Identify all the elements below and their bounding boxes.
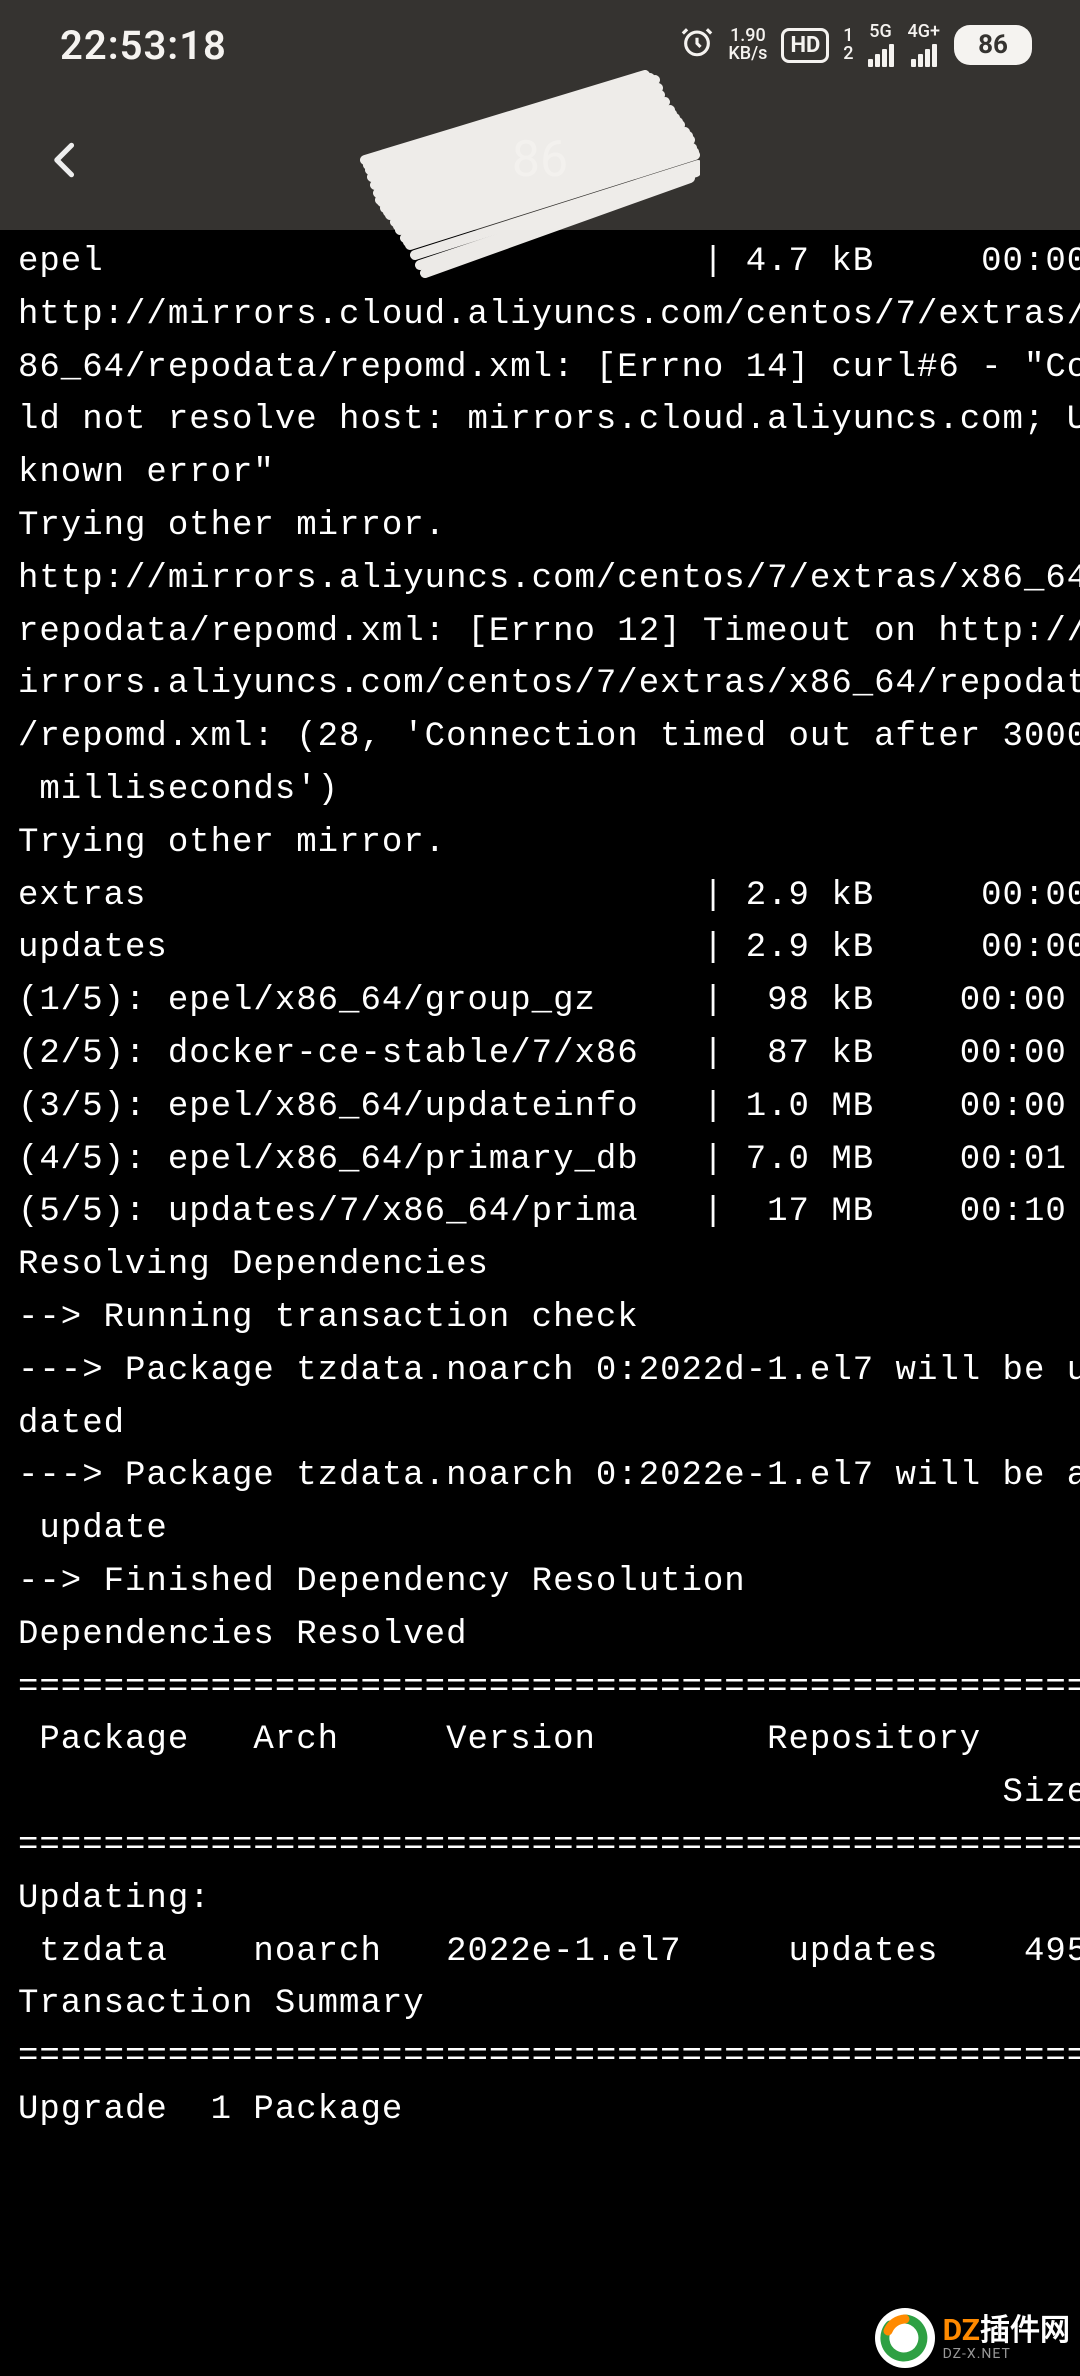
terminal-line: Dependencies Resolved (18, 1609, 1062, 1662)
watermark-logo-icon (875, 2308, 935, 2368)
label-5g: 5G (869, 23, 892, 41)
terminal-line: Package Arch Version Repository (18, 1714, 1062, 1767)
terminal-line: milliseconds') (18, 764, 1062, 817)
battery-level: 86 (954, 25, 1032, 65)
terminal-line: (2/5): docker-ce-stable/7/x86 | 87 kB 00… (18, 1028, 1062, 1081)
terminal-line: repodata/repomd.xml: [Errno 12] Timeout … (18, 606, 1062, 659)
alarm-icon (680, 25, 714, 65)
terminal-line: ld not resolve host: mirrors.cloud.aliyu… (18, 394, 1062, 447)
watermark: DZ插件网 DZ-X.NET (875, 2308, 1070, 2368)
status-icons: 1.90 KB/s HD 12 5G 4G+ 86 (680, 23, 1032, 67)
battery-percent: 86 (978, 30, 1008, 60)
label-4g: 4G+ (908, 23, 940, 41)
signal-5g: 5G (868, 23, 894, 67)
signal-4g: 4G+ (908, 23, 940, 67)
terminal-line: known error" (18, 447, 1062, 500)
terminal-line: 86_64/repodata/repomd.xml: [Errno 14] cu… (18, 342, 1062, 395)
terminal-line: --> Running transaction check (18, 1292, 1062, 1345)
terminal-line: http://mirrors.cloud.aliyuncs.com/centos… (18, 289, 1062, 342)
terminal-line: /repomd.xml: (28, 'Connection timed out … (18, 711, 1062, 764)
signal-bars-icon (911, 41, 937, 67)
watermark-brand-b: 插件网 (980, 2313, 1070, 2348)
terminal-line: Size (18, 1767, 1062, 1820)
terminal-line: tzdata noarch 2022e-1.el7 updates 495 k (18, 1926, 1062, 1979)
terminal-line: ========================================… (18, 1662, 1062, 1715)
terminal-line: Upgrade 1 Package (18, 2084, 1062, 2137)
terminal-line: Transaction Summary (18, 1978, 1062, 2031)
net-rate-unit: KB/s (728, 45, 767, 63)
terminal-output[interactable]: epel | 4.7 kB 00:00http://mirrors.cloud.… (0, 230, 1080, 2137)
sim-slot-label: 12 (843, 27, 853, 63)
hd-badge: HD (781, 28, 829, 63)
back-button[interactable] (36, 130, 96, 190)
hd-label: HD (790, 33, 820, 58)
terminal-line: Resolving Dependencies (18, 1239, 1062, 1292)
terminal-line: ========================================… (18, 2031, 1062, 2084)
terminal-line: updates | 2.9 kB 00:00 (18, 922, 1062, 975)
terminal-line: extras | 2.9 kB 00:00 (18, 870, 1062, 923)
watermark-domain: DZ-X.NET (943, 2347, 1070, 2362)
terminal-line: ========================================… (18, 1820, 1062, 1873)
terminal-line: dated (18, 1398, 1062, 1451)
status-time: 22:53:18 (60, 22, 227, 69)
terminal-line: Updating: (18, 1873, 1062, 1926)
terminal-line: ---> Package tzdata.noarch 0:2022d-1.el7… (18, 1345, 1062, 1398)
watermark-brand-a: DZ (943, 2313, 980, 2348)
terminal-line: (4/5): epel/x86_64/primary_db | 7.0 MB 0… (18, 1134, 1062, 1187)
terminal-line: irrors.aliyuncs.com/centos/7/extras/x86_… (18, 658, 1062, 711)
terminal-line: (1/5): epel/x86_64/group_gz | 98 kB 00:0… (18, 975, 1062, 1028)
signal-bars-icon (868, 41, 894, 67)
net-rate: 1.90 KB/s (728, 27, 767, 63)
terminal-line: update (18, 1503, 1062, 1556)
terminal-line: --> Finished Dependency Resolution (18, 1556, 1062, 1609)
terminal-line: Trying other mirror. (18, 817, 1062, 870)
terminal-line: ---> Package tzdata.noarch 0:2022e-1.el7… (18, 1450, 1062, 1503)
terminal-line: Trying other mirror. (18, 500, 1062, 553)
terminal-line: (5/5): updates/7/x86_64/prima | 17 MB 00… (18, 1186, 1062, 1239)
terminal-line: http://mirrors.aliyuncs.com/centos/7/ext… (18, 553, 1062, 606)
watermark-text: DZ插件网 DZ-X.NET (943, 2314, 1070, 2362)
chevron-left-icon (44, 138, 88, 182)
status-bar: 22:53:18 1.90 KB/s HD 12 5G 4G+ 86 (0, 0, 1080, 90)
page-title: 86 (512, 131, 568, 189)
terminal-line: epel | 4.7 kB 00:00 (18, 236, 1062, 289)
app-header: 86 (0, 90, 1080, 230)
terminal-line: (3/5): epel/x86_64/updateinfo | 1.0 MB 0… (18, 1081, 1062, 1134)
